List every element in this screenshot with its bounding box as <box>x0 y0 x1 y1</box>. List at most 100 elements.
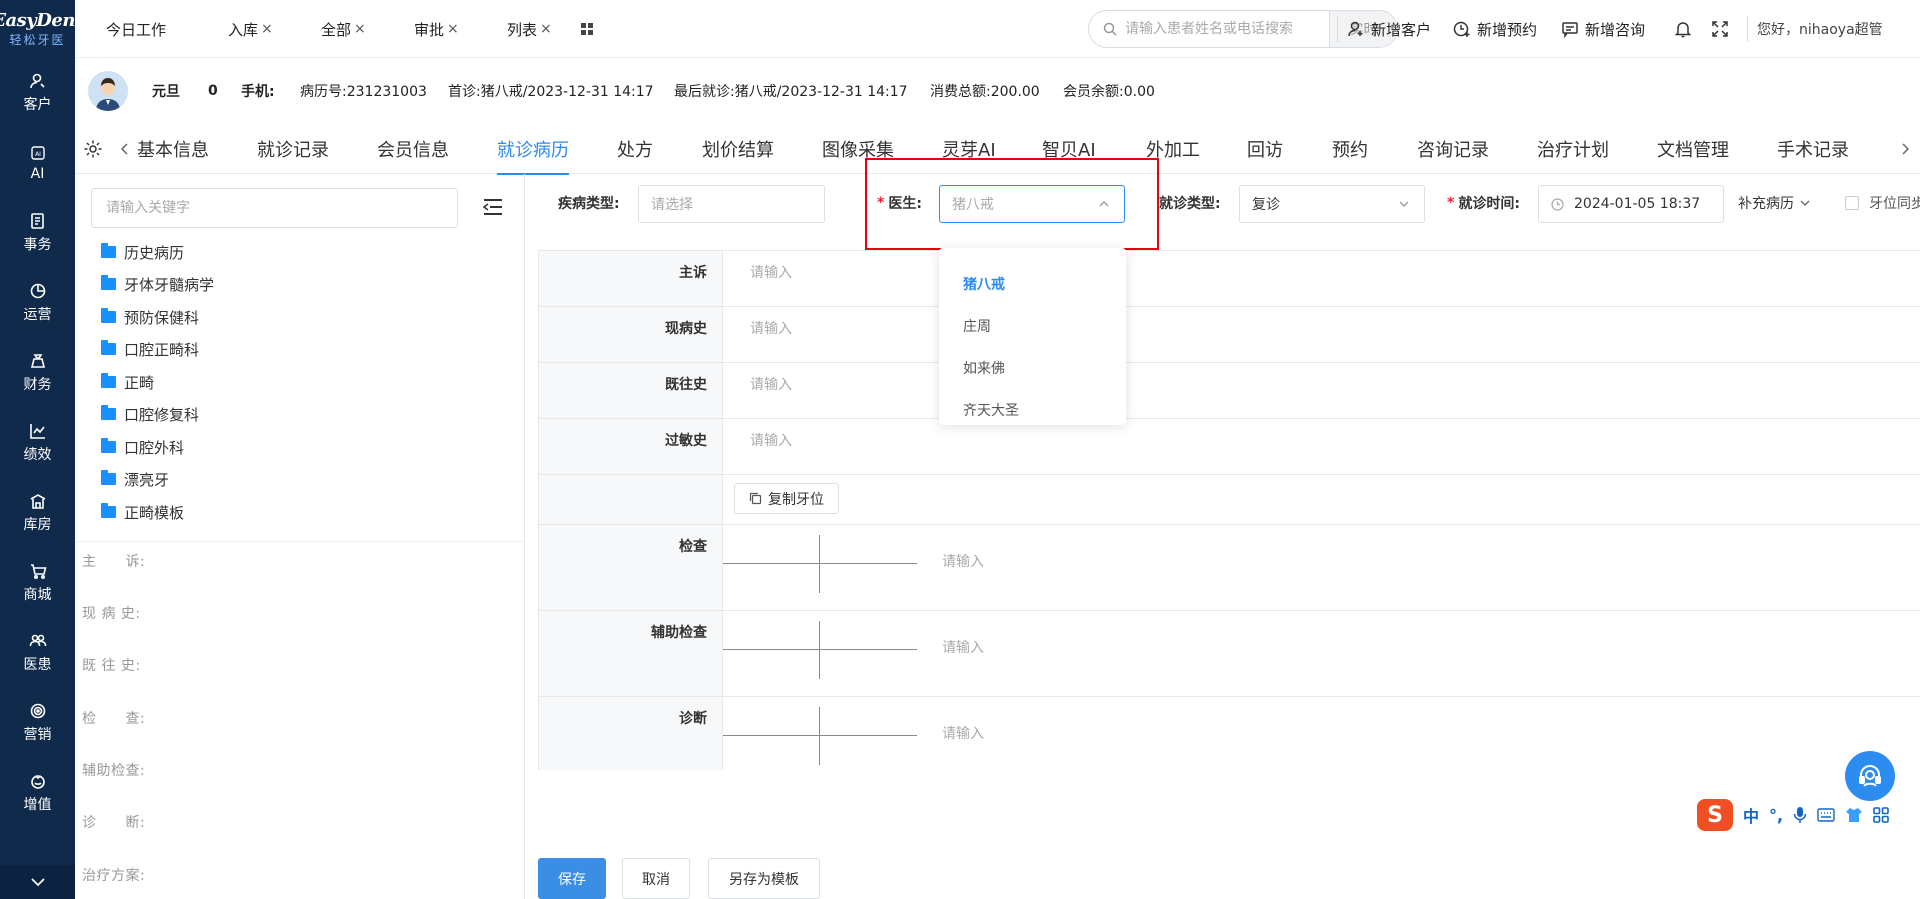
new-customer-button[interactable]: 新增客户 <box>1347 0 1431 58</box>
doctor-option[interactable]: 如来佛 <box>963 353 1005 383</box>
visit-type-select[interactable]: 复诊 <box>1239 185 1425 223</box>
apps-grid-button[interactable] <box>580 0 594 58</box>
tab-documents[interactable]: 文档管理 <box>1657 124 1729 174</box>
ime-punct-toggle[interactable]: °, <box>1769 806 1783 825</box>
tabs-next-button[interactable] <box>1901 124 1911 174</box>
notification-button[interactable] <box>1674 0 1692 58</box>
allergy-history-input[interactable]: 请输入 <box>750 430 792 450</box>
logo-subtext: 轻松牙医 <box>9 33 66 47</box>
user-icon <box>29 73 45 89</box>
close-icon[interactable]: × <box>261 21 273 37</box>
preview-field: 辅助检查: <box>82 763 146 779</box>
folder-icon <box>101 373 116 388</box>
nav-item-marketing[interactable]: 营销 <box>0 688 75 758</box>
tree-item-label: 预防保健科 <box>124 308 200 327</box>
tab-list[interactable]: 列表 × <box>507 0 552 58</box>
patient-search-input[interactable] <box>1117 11 1329 47</box>
tree-item[interactable]: 口腔修复科 <box>101 402 199 426</box>
tree-item[interactable]: 牙体牙髓病学 <box>101 272 214 296</box>
nav-item-finance[interactable]: 财务 <box>0 338 75 408</box>
ime-logo[interactable]: S <box>1697 799 1733 831</box>
new-consult-label: 新增咨询 <box>1585 20 1646 39</box>
customer-service-button[interactable] <box>1845 751 1895 801</box>
tab-appointment[interactable]: 预约 <box>1332 124 1368 174</box>
target-icon <box>30 703 45 719</box>
tab-medical-record[interactable]: 就诊病历 <box>497 124 569 175</box>
tab-consult-records[interactable]: 咨询记录 <box>1417 124 1489 174</box>
tab-surgery-records[interactable]: 手术记录 <box>1777 124 1849 174</box>
tab-today-work[interactable]: 今日工作 <box>106 0 166 58</box>
nav-item-ai[interactable]: AI AI <box>0 128 75 198</box>
tree-item[interactable]: 口腔正畸科 <box>101 337 199 361</box>
tree-item[interactable]: 漂亮牙 <box>101 467 169 491</box>
visit-time-picker[interactable]: 2024-01-05 18:37 <box>1538 185 1724 223</box>
save-button[interactable]: 保存 <box>538 858 606 899</box>
auxiliary-exam-input[interactable]: 请输入 <box>942 637 984 657</box>
disease-type-select[interactable]: 请选择 <box>638 185 825 223</box>
copy-tooth-button[interactable]: 复制牙位 <box>734 483 839 514</box>
doctor-option[interactable]: 庄周 <box>963 311 991 341</box>
tab-stock-in[interactable]: 入库 × <box>228 0 273 58</box>
nav-label: 客户 <box>23 97 52 113</box>
microphone-icon[interactable] <box>1793 806 1807 824</box>
tree-item[interactable]: 历史病历 <box>101 240 184 264</box>
doctor-option[interactable]: 齐天大圣 <box>963 395 1019 425</box>
nav-item-doctor-patient[interactable]: 医患 <box>0 618 75 688</box>
tab-all[interactable]: 全部 × <box>321 0 366 58</box>
tooth-sync-checkbox[interactable]: 牙位同步 <box>1845 185 1920 221</box>
cancel-button[interactable]: 取消 <box>622 858 690 899</box>
tree-item[interactable]: 正畸模板 <box>101 500 184 524</box>
diagnosis-input[interactable]: 请输入 <box>942 723 984 743</box>
side-nav: EasyDent 轻松牙医 客户 AI AI 事务 运营 财务 绩效 库房 商城… <box>0 0 83 899</box>
toolbox-grid-icon[interactable] <box>1873 807 1889 823</box>
app-logo[interactable]: EasyDent 轻松牙医 <box>0 0 83 58</box>
nav-item-performance[interactable]: 绩效 <box>0 408 75 478</box>
user-menu[interactable]: 您好，nihaoya超管 <box>1757 0 1883 58</box>
tab-visit-records[interactable]: 就诊记录 <box>257 124 329 174</box>
close-icon[interactable]: × <box>447 21 459 37</box>
nav-item-value-added[interactable]: 增值 <box>0 758 75 828</box>
tree-item[interactable]: 口腔外科 <box>101 435 184 459</box>
ime-lang-toggle[interactable]: 中 <box>1743 803 1759 827</box>
nav-item-customer[interactable]: 客户 <box>0 58 75 128</box>
tab-member-info[interactable]: 会员信息 <box>377 124 449 174</box>
tree-item[interactable]: 预防保健科 <box>101 305 199 329</box>
nav-item-warehouse[interactable]: 库房 <box>0 478 75 548</box>
nav-item-operation[interactable]: 运营 <box>0 268 75 338</box>
record-row: 检查 请输入 <box>538 524 1920 610</box>
fullscreen-button[interactable] <box>1711 0 1729 58</box>
chief-complaint-input[interactable]: 请输入 <box>750 262 792 282</box>
tab-approval[interactable]: 审批 × <box>414 0 459 58</box>
supplement-record-toggle[interactable]: 补充病历 <box>1738 185 1810 221</box>
close-icon[interactable]: × <box>540 21 552 37</box>
doctor-option[interactable]: 猪八戒 <box>963 269 1005 299</box>
tab-follow-up[interactable]: 回访 <box>1247 124 1283 174</box>
tab-billing[interactable]: 划价结算 <box>702 124 774 174</box>
record-row: 辅助检查 请输入 <box>538 610 1920 696</box>
tab-basic-info[interactable]: 基本信息 <box>137 124 209 174</box>
keyboard-icon[interactable] <box>1817 808 1835 822</box>
close-icon[interactable]: × <box>354 21 366 37</box>
skin-shirt-icon[interactable] <box>1845 807 1863 823</box>
new-consult-button[interactable]: 新增咨询 <box>1561 0 1645 58</box>
nav-item-affairs[interactable]: 事务 <box>0 198 75 268</box>
tab-treatment-plan[interactable]: 治疗计划 <box>1537 124 1609 174</box>
new-appointment-button[interactable]: 新增预约 <box>1453 0 1537 58</box>
present-illness-input[interactable]: 请输入 <box>750 318 792 338</box>
chevron-down-icon <box>1399 201 1409 207</box>
tree-item[interactable]: 正畸 <box>101 370 154 394</box>
examination-input[interactable]: 请输入 <box>942 551 984 571</box>
tabs-prev-button[interactable] <box>119 124 129 174</box>
tab-prescription[interactable]: 处方 <box>617 124 653 174</box>
tooth-position-grid[interactable] <box>723 535 917 593</box>
checkbox-box[interactable] <box>1845 196 1859 210</box>
settings-button[interactable] <box>83 124 103 174</box>
menu-fold-icon[interactable] <box>482 196 504 218</box>
tooth-position-grid[interactable] <box>723 621 917 679</box>
keyword-search-input[interactable] <box>91 188 458 228</box>
tooth-position-grid[interactable] <box>723 707 917 765</box>
save-as-template-button[interactable]: 另存为模板 <box>708 858 820 899</box>
nav-expand-button[interactable] <box>0 865 75 899</box>
nav-item-mall[interactable]: 商城 <box>0 548 75 618</box>
past-history-input[interactable]: 请输入 <box>750 374 792 394</box>
